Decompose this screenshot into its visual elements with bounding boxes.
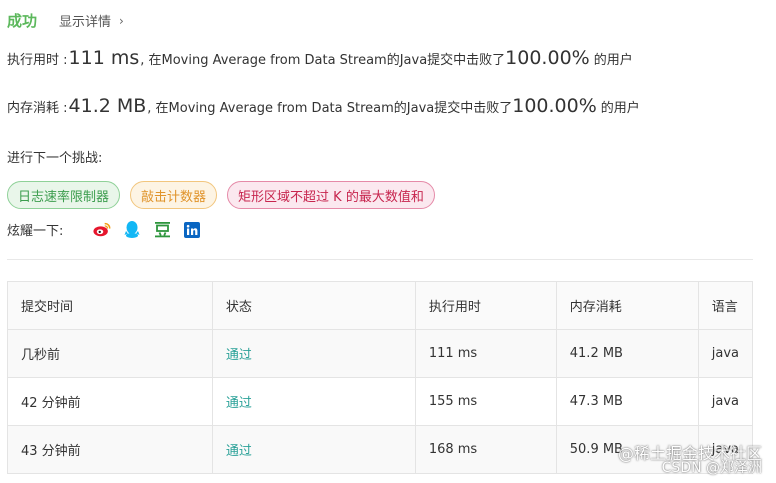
watermark: @稀土掘金技术社区 CSDN @郑泽洲 bbox=[617, 444, 762, 476]
memory-value: 41.2 MB bbox=[68, 95, 147, 117]
memory-label: 内存消耗 : bbox=[7, 101, 68, 116]
cell-status-link[interactable]: 通过 bbox=[211, 425, 416, 474]
runtime-percent: 100.00% bbox=[505, 47, 590, 69]
header-status[interactable]: 状态 bbox=[211, 281, 416, 330]
runtime-middle-text: , 在Moving Average from Data Stream的Java提… bbox=[140, 53, 506, 68]
challenge-tag-logger-rate-limiter[interactable]: 日志速率限制器 bbox=[7, 181, 121, 209]
runtime-label: 执行用时 : bbox=[7, 53, 68, 68]
share-row: 炫耀一下: bbox=[7, 220, 201, 239]
header-language[interactable]: 语言 bbox=[697, 281, 754, 330]
header-runtime[interactable]: 执行用时 bbox=[414, 281, 557, 330]
result-header: 成功 显示详情 › bbox=[7, 10, 124, 31]
challenge-tag-max-sum-rectangle[interactable]: 矩形区域不超过 K 的最大数值和 bbox=[227, 181, 435, 209]
runtime-suffix: 的用户 bbox=[593, 53, 633, 68]
memory-summary: 内存消耗 : 41.2 MB , 在Moving Average from Da… bbox=[7, 95, 640, 117]
memory-percent: 100.00% bbox=[512, 95, 597, 117]
cell-runtime: 168 ms bbox=[414, 425, 557, 474]
cell-status-link[interactable]: 通过 bbox=[211, 329, 416, 378]
linkedin-icon[interactable] bbox=[183, 221, 201, 239]
show-details-label: 显示详情 bbox=[59, 15, 112, 30]
cell-language: java bbox=[697, 377, 754, 426]
table-row: 42 分钟前 通过 155 ms 47.3 MB java bbox=[7, 377, 754, 426]
cell-status-link[interactable]: 通过 bbox=[211, 377, 416, 426]
weibo-icon[interactable] bbox=[93, 221, 111, 239]
runtime-value: 111 ms bbox=[68, 47, 140, 69]
table-row: 几秒前 通过 111 ms 41.2 MB java bbox=[7, 329, 754, 378]
share-icons bbox=[93, 221, 201, 239]
chevron-right-icon: › bbox=[119, 13, 124, 28]
watermark-line-2: CSDN @郑泽洲 bbox=[661, 460, 762, 476]
cell-memory: 41.2 MB bbox=[555, 329, 699, 378]
section-divider bbox=[7, 259, 753, 260]
cell-language: java bbox=[697, 329, 754, 378]
header-submit-time[interactable]: 提交时间 bbox=[7, 281, 213, 330]
cell-runtime: 111 ms bbox=[414, 329, 557, 378]
runtime-summary: 执行用时 : 111 ms , 在Moving Average from Dat… bbox=[7, 47, 633, 69]
result-status: 成功 bbox=[7, 12, 38, 30]
memory-suffix: 的用户 bbox=[600, 101, 640, 116]
show-details-link[interactable]: 显示详情 › bbox=[59, 11, 124, 31]
douban-icon[interactable] bbox=[153, 221, 171, 239]
share-label: 炫耀一下: bbox=[7, 224, 64, 239]
cell-submit-time: 43 分钟前 bbox=[7, 425, 213, 474]
header-memory[interactable]: 内存消耗 bbox=[555, 281, 699, 330]
challenge-tag-hit-counter[interactable]: 敲击计数器 bbox=[130, 181, 218, 209]
cell-runtime: 155 ms bbox=[414, 377, 557, 426]
qq-icon[interactable] bbox=[123, 221, 141, 239]
cell-submit-time: 42 分钟前 bbox=[7, 377, 213, 426]
memory-middle-text: , 在Moving Average from Data Stream的Java提… bbox=[147, 101, 513, 116]
cell-submit-time: 几秒前 bbox=[7, 329, 213, 378]
table-header-row: 提交时间 状态 执行用时 内存消耗 语言 bbox=[7, 281, 754, 330]
next-challenge-tags: 日志速率限制器 敲击计数器 矩形区域不超过 K 的最大数值和 bbox=[7, 181, 435, 209]
cell-memory: 47.3 MB bbox=[555, 377, 699, 426]
next-challenge-label: 进行下一个挑战: bbox=[7, 151, 103, 166]
watermark-line-1: @稀土掘金技术社区 bbox=[617, 444, 762, 463]
